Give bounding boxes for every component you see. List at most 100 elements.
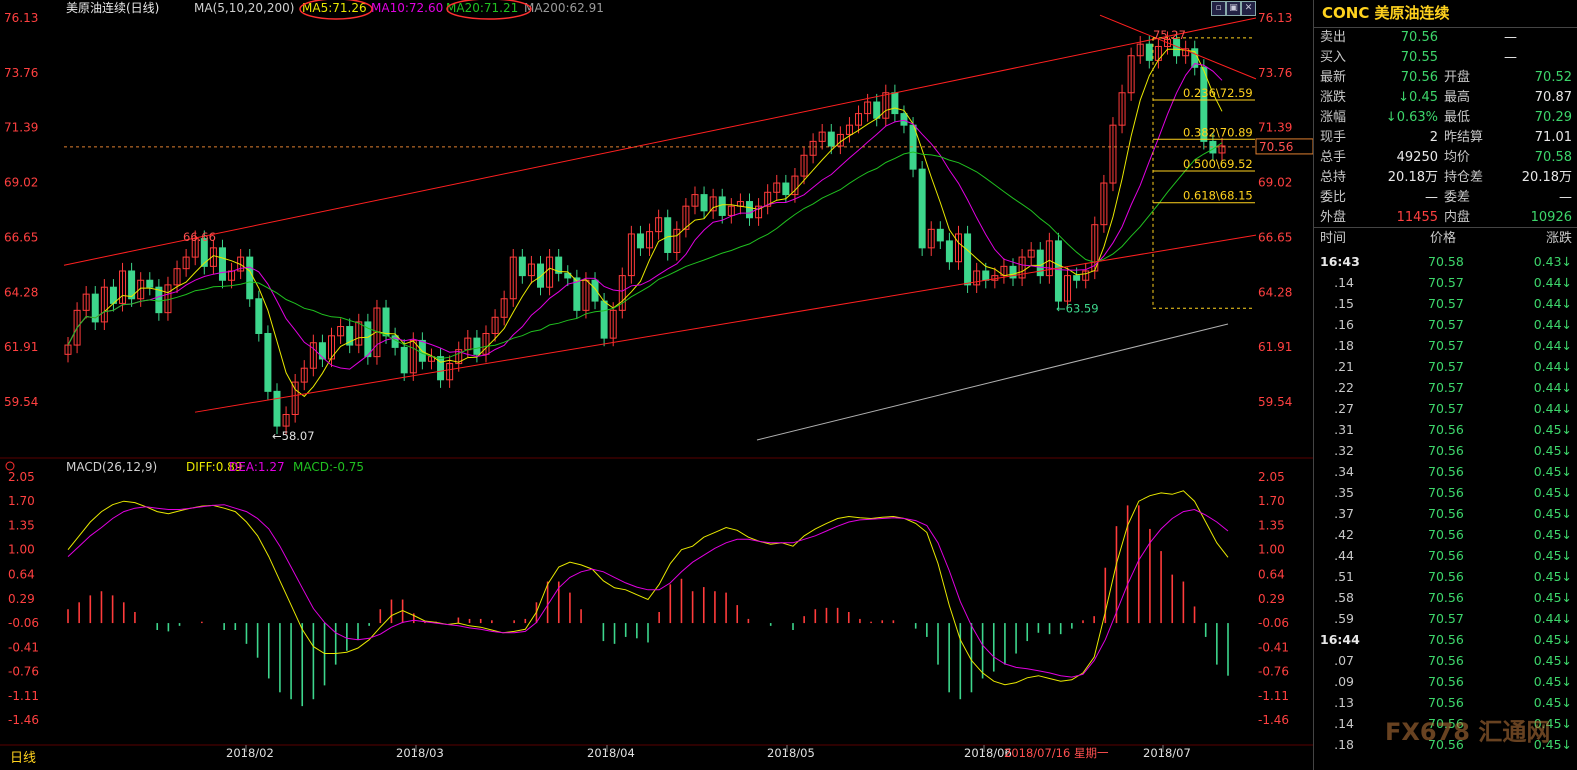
- quote-label: 涨跌: [1320, 90, 1347, 105]
- candle-body: [745, 201, 753, 219]
- price-tick-right: 64.28: [1258, 285, 1292, 299]
- candle-body: [964, 233, 972, 286]
- tick-row[interactable]: .34 70.56 0.45↓: [1314, 461, 1577, 482]
- tick-row[interactable]: .14 70.57 0.44↓: [1314, 272, 1577, 293]
- divider: [1314, 227, 1577, 228]
- tick-price: 70.56: [1428, 464, 1464, 479]
- quote-value: 70.56: [1400, 70, 1438, 85]
- tick-row[interactable]: .07 70.56 0.45↓: [1314, 650, 1577, 671]
- macd-tick-right: -0.76: [1258, 665, 1289, 679]
- dea-line: [67, 504, 1229, 678]
- tick-price: 70.56: [1428, 485, 1464, 500]
- tick-row[interactable]: .35 70.56 0.45↓: [1314, 482, 1577, 503]
- tick-row[interactable]: .44 70.56 0.45↓: [1314, 545, 1577, 566]
- tick-row[interactable]: .13 70.56 0.45↓: [1314, 692, 1577, 713]
- tick-price: 70.56: [1428, 632, 1464, 647]
- quote-value: 2: [1429, 130, 1438, 145]
- tick-time: .18: [1334, 338, 1354, 353]
- quote-title: CONC 美原油连续: [1314, 0, 1577, 28]
- tick-time: .14: [1334, 716, 1354, 731]
- tick-change: 0.44↓: [1533, 317, 1572, 332]
- tick-row[interactable]: .18 70.57 0.44↓: [1314, 335, 1577, 356]
- tick-change: 0.44↓: [1533, 401, 1572, 416]
- tick-price: 70.57: [1428, 296, 1464, 311]
- quote-value: 10926: [1530, 210, 1572, 225]
- macd-tick-right: -0.06: [1258, 616, 1289, 630]
- macd-tick-left: 2.05: [8, 470, 35, 484]
- tick-row[interactable]: .22 70.57 0.44↓: [1314, 377, 1577, 398]
- tick-time: .59: [1334, 611, 1354, 626]
- quote-label: 卖出: [1320, 30, 1347, 45]
- macd-tick-right: 2.05: [1258, 470, 1285, 484]
- macd-tick-left: -0.41: [8, 640, 39, 654]
- tick-row[interactable]: .15 70.57 0.44↓: [1314, 293, 1577, 314]
- tick-row[interactable]: .09 70.56 0.45↓: [1314, 671, 1577, 692]
- tick-change: 0.43↓: [1533, 254, 1572, 269]
- tick-row[interactable]: .31 70.56 0.45↓: [1314, 419, 1577, 440]
- tick-row[interactable]: .51 70.56 0.45↓: [1314, 566, 1577, 587]
- candle-body: [1073, 275, 1081, 281]
- chart-minimize-icon[interactable]: ▫: [1211, 1, 1226, 16]
- quote-label: 买入: [1320, 50, 1347, 65]
- candle-body: [400, 346, 408, 374]
- macd-tick-left: 0.64: [8, 568, 35, 582]
- macd-tick-right: -1.46: [1258, 713, 1289, 727]
- tick-price: 70.57: [1428, 611, 1464, 626]
- tick-time: 16:44: [1320, 632, 1360, 647]
- tick-time: .27: [1334, 401, 1354, 416]
- candle-body: [827, 131, 835, 147]
- channel-lower-line: [194, 234, 1257, 413]
- tick-time: .13: [1334, 695, 1354, 710]
- tick-change: 0.45↓: [1533, 527, 1572, 542]
- macd-tick-left: 1.35: [8, 518, 35, 532]
- tick-row[interactable]: .21 70.57 0.44↓: [1314, 356, 1577, 377]
- quote-row: 涨幅 ↓0.63% 最低 70.29: [1314, 108, 1577, 128]
- x-axis-label: 2018/03: [396, 746, 444, 760]
- quote-label: 涨幅: [1320, 110, 1347, 125]
- candle-body: [918, 168, 926, 249]
- macd-params: MACD(26,12,9): [66, 460, 157, 474]
- chart-restore-icon[interactable]: ▣: [1226, 1, 1241, 16]
- quote-label: 委差: [1444, 190, 1471, 205]
- tick-row[interactable]: .27 70.57 0.44↓: [1314, 398, 1577, 419]
- quote-row: 最新 70.56 开盘 70.52: [1314, 68, 1577, 88]
- tick-row[interactable]: .32 70.56 0.45↓: [1314, 440, 1577, 461]
- tick-change: 0.44↓: [1533, 296, 1572, 311]
- tick-time: .15: [1334, 296, 1354, 311]
- period-button[interactable]: 日线: [10, 751, 36, 766]
- tick-price: 70.57: [1428, 317, 1464, 332]
- quote-value: ↓0.63%: [1385, 110, 1438, 125]
- kline-chart[interactable]: 76.13 76.13 73.76 73.76 71.39 71.39 69.02 69.02…: [0, 0, 1313, 770]
- ma5-label: MA5:71.26: [302, 1, 367, 15]
- quote-value: ↓0.45: [1398, 90, 1438, 105]
- quote-label: 持仓差: [1444, 170, 1484, 185]
- candle-body: [318, 342, 326, 360]
- tick-row[interactable]: .59 70.57 0.44↓: [1314, 608, 1577, 629]
- candle-body: [600, 300, 608, 339]
- macd-tick-left: 1.70: [8, 494, 35, 508]
- chart-close-icon[interactable]: ✕: [1241, 1, 1256, 16]
- tick-price: 70.56: [1428, 674, 1464, 689]
- tick-row[interactable]: .37 70.56 0.45↓: [1314, 503, 1577, 524]
- downtrend-line: [1099, 14, 1257, 80]
- tick-time: .14: [1334, 275, 1354, 290]
- tick-row[interactable]: 16:44 70.56 0.45↓: [1314, 629, 1577, 650]
- quote-row: 现手 2 昨结算 71.01: [1314, 128, 1577, 148]
- tick-row[interactable]: .42 70.56 0.45↓: [1314, 524, 1577, 545]
- tick-row[interactable]: 16:43 70.58 0.43↓: [1314, 251, 1577, 272]
- fib-level-label: 0.382\70.89: [1183, 125, 1253, 139]
- macd-tick-right: 1.35: [1258, 518, 1285, 532]
- tick-header-time: 时间: [1320, 231, 1347, 246]
- tick-row[interactable]: .58 70.56 0.45↓: [1314, 587, 1577, 608]
- quote-value: 71.01: [1534, 130, 1572, 145]
- candle-body: [1054, 240, 1062, 302]
- tick-price: 70.56: [1428, 422, 1464, 437]
- quote-label: 总手: [1320, 150, 1347, 165]
- last-price-tag: 70.56: [1259, 140, 1293, 154]
- quote-label: 现手: [1320, 130, 1347, 145]
- tick-change: 0.45↓: [1533, 695, 1572, 710]
- tick-change: 0.44↓: [1533, 275, 1572, 290]
- tick-row[interactable]: .16 70.57 0.44↓: [1314, 314, 1577, 335]
- tick-price: 70.56: [1428, 653, 1464, 668]
- ma200-line: [756, 323, 1229, 441]
